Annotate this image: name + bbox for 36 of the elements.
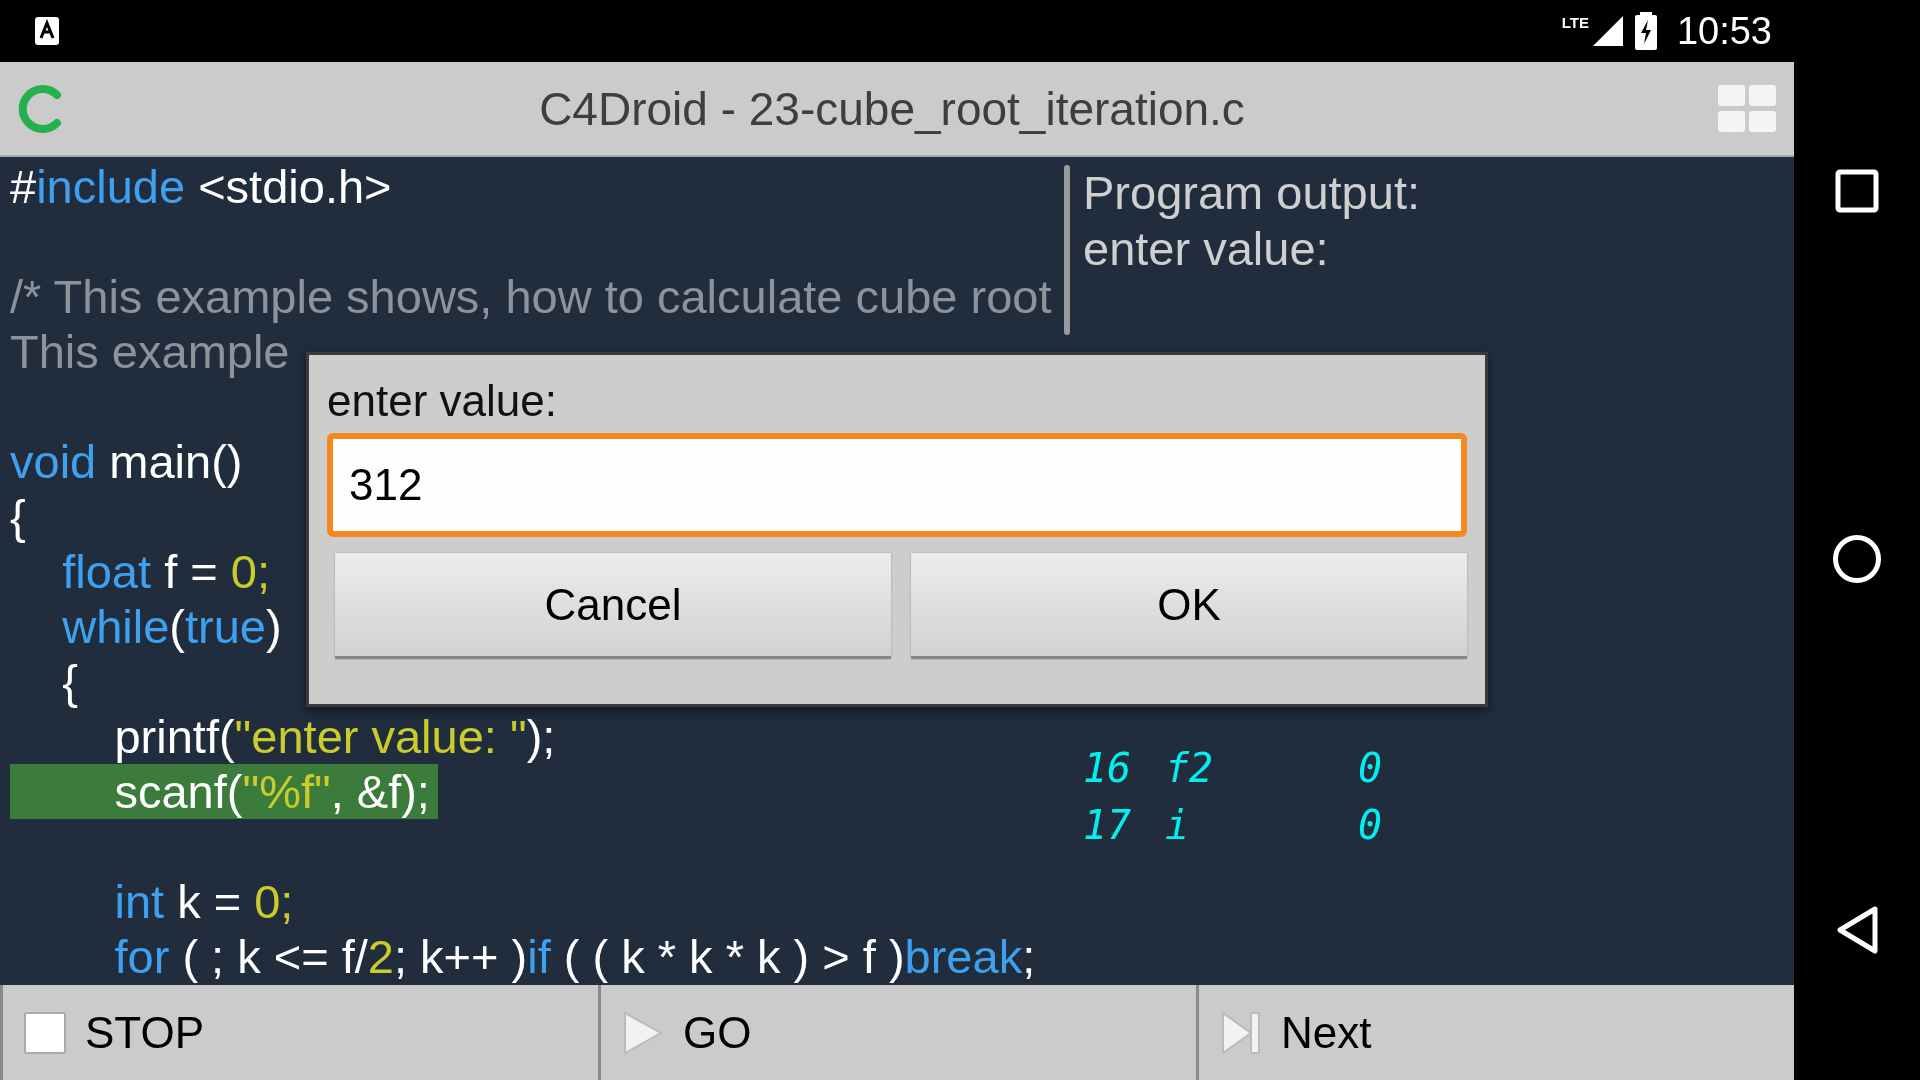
variable-value: 0 <box>1358 744 1384 793</box>
ok-button[interactable]: OK <box>911 553 1467 659</box>
grid-view-icon[interactable] <box>1718 84 1776 133</box>
dialog-label: enter value: <box>327 375 558 427</box>
back-triangle-icon <box>1835 905 1879 955</box>
skip-next-icon <box>1219 1010 1263 1055</box>
variable-index: 17 <box>1083 801 1133 850</box>
output-heading: Program output: <box>1083 165 1421 221</box>
code-line: { <box>61 654 78 709</box>
scrollbar-thumb[interactable] <box>1064 165 1070 335</box>
home-circle-icon <box>1832 534 1882 584</box>
code-line: float f = 0; <box>61 544 270 599</box>
square-icon <box>23 1010 67 1055</box>
window-title: C4Droid - 23-cube_root_iteration.c <box>538 81 1246 136</box>
variable-name: f2 <box>1165 744 1215 793</box>
code-line: #include <stdio.h> <box>10 159 392 214</box>
network-type: LTE <box>1561 14 1589 31</box>
play-icon <box>621 1010 665 1055</box>
code-line: /* This example shows, how to calculate cube root <box>10 269 1052 324</box>
clock-time: 10:53 <box>1676 9 1772 53</box>
variable-name: i <box>1165 801 1191 850</box>
recents-square-icon <box>1835 169 1879 213</box>
variable-index: 16 <box>1083 744 1133 793</box>
output-line: enter value: <box>1083 221 1330 277</box>
code-line: { <box>10 489 26 544</box>
code-line: void main() <box>10 434 243 489</box>
input-field[interactable]: 312 <box>327 433 1467 537</box>
code-line: This example <box>10 324 290 379</box>
code-line: int k = 0; <box>113 874 294 929</box>
notification-icon <box>34 16 60 46</box>
battery-charging-icon <box>1634 12 1657 50</box>
code-line: while(true) <box>61 599 282 654</box>
cancel-button[interactable]: Cancel <box>335 553 891 659</box>
code-line: for ( ; k <= f/2; k++ )if ( ( k * k * k ) > f )break; <box>113 929 1036 984</box>
variable-value: 0 <box>1358 801 1384 850</box>
code-line: printf("enter value: "); <box>113 709 556 764</box>
